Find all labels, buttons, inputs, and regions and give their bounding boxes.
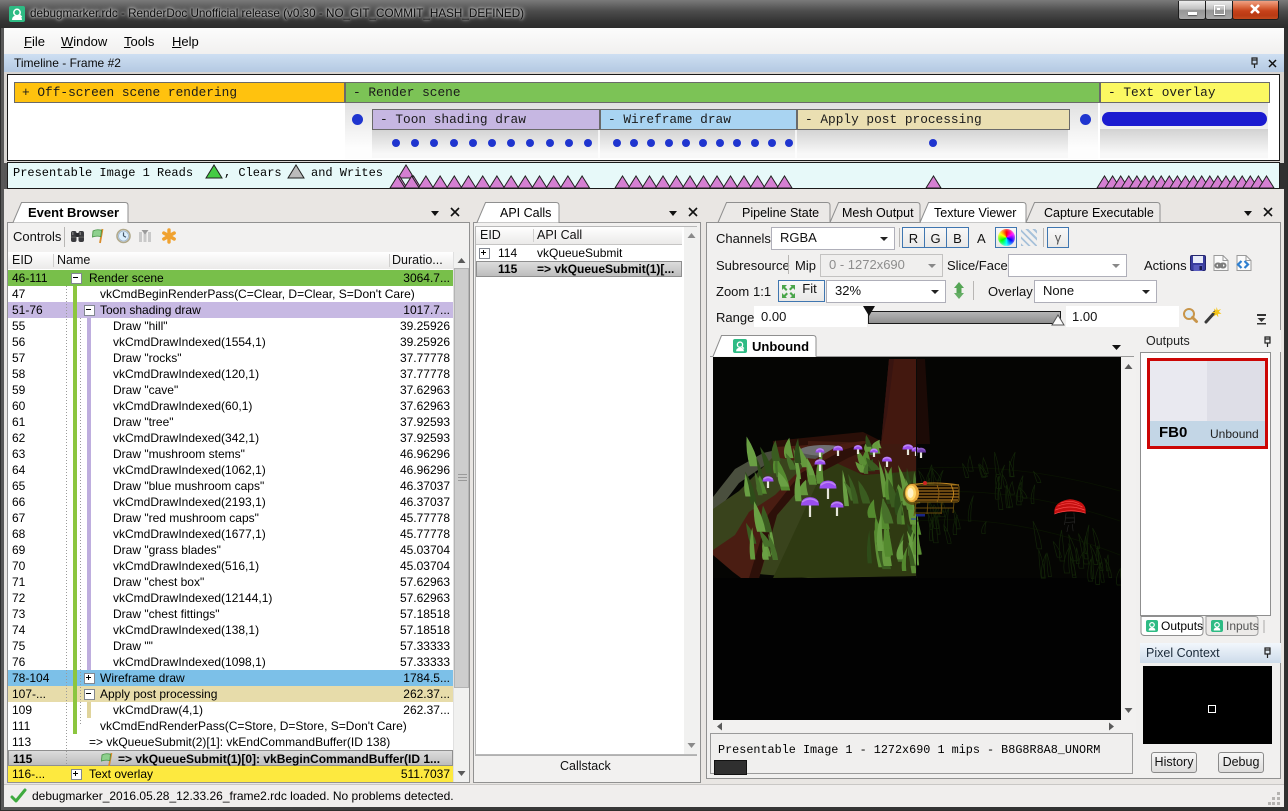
svg-text:Event Browser: Event Browser xyxy=(28,205,119,220)
svg-text:Mesh Output: Mesh Output xyxy=(842,206,914,220)
svg-text:Unbound: Unbound xyxy=(752,339,809,354)
svg-text:Inputs: Inputs xyxy=(1226,619,1259,633)
svg-text:API Calls: API Calls xyxy=(500,206,551,220)
svg-text:Texture Viewer: Texture Viewer xyxy=(934,206,1016,220)
svg-text:Pipeline State: Pipeline State xyxy=(742,206,819,220)
svg-text:Capture Executable: Capture Executable xyxy=(1044,206,1154,220)
svg-text:Outputs: Outputs xyxy=(1161,619,1203,633)
